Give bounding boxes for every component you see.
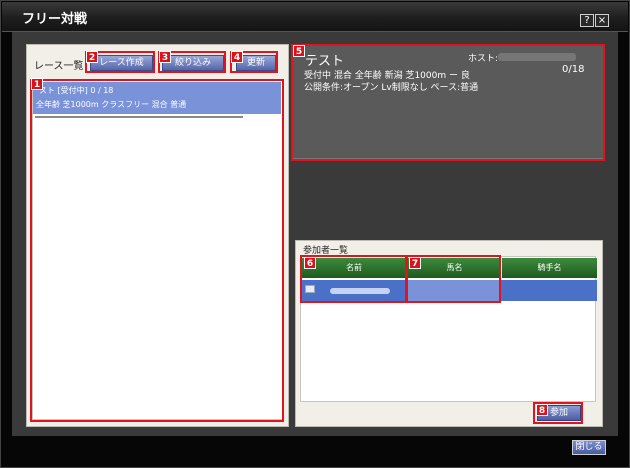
highlight-race-list [30, 79, 284, 422]
annotation-badge-3: 3 [159, 51, 171, 63]
annotation-badge-5: 5 [293, 45, 305, 57]
column-header-jockey[interactable]: 騎手名 [502, 258, 597, 278]
annotation-badge-4: 4 [231, 51, 243, 63]
window-title: フリー対戦 [22, 12, 88, 27]
close-window-icon[interactable]: × [595, 14, 609, 27]
annotation-badge-1: 1 [31, 78, 43, 90]
annotation-badge-7: 7 [409, 257, 421, 269]
highlight-race-detail [291, 44, 605, 161]
highlight-name-column [300, 255, 407, 303]
annotation-badge-2: 2 [86, 51, 98, 63]
annotation-badge-8: 8 [536, 404, 548, 416]
race-list-title: レース一覧 [34, 61, 84, 72]
title-bar: フリー対戦 [2, 2, 628, 32]
close-button[interactable]: 閉じる [572, 440, 606, 455]
help-icon[interactable]: ? [580, 14, 594, 27]
annotation-badge-6: 6 [304, 257, 316, 269]
